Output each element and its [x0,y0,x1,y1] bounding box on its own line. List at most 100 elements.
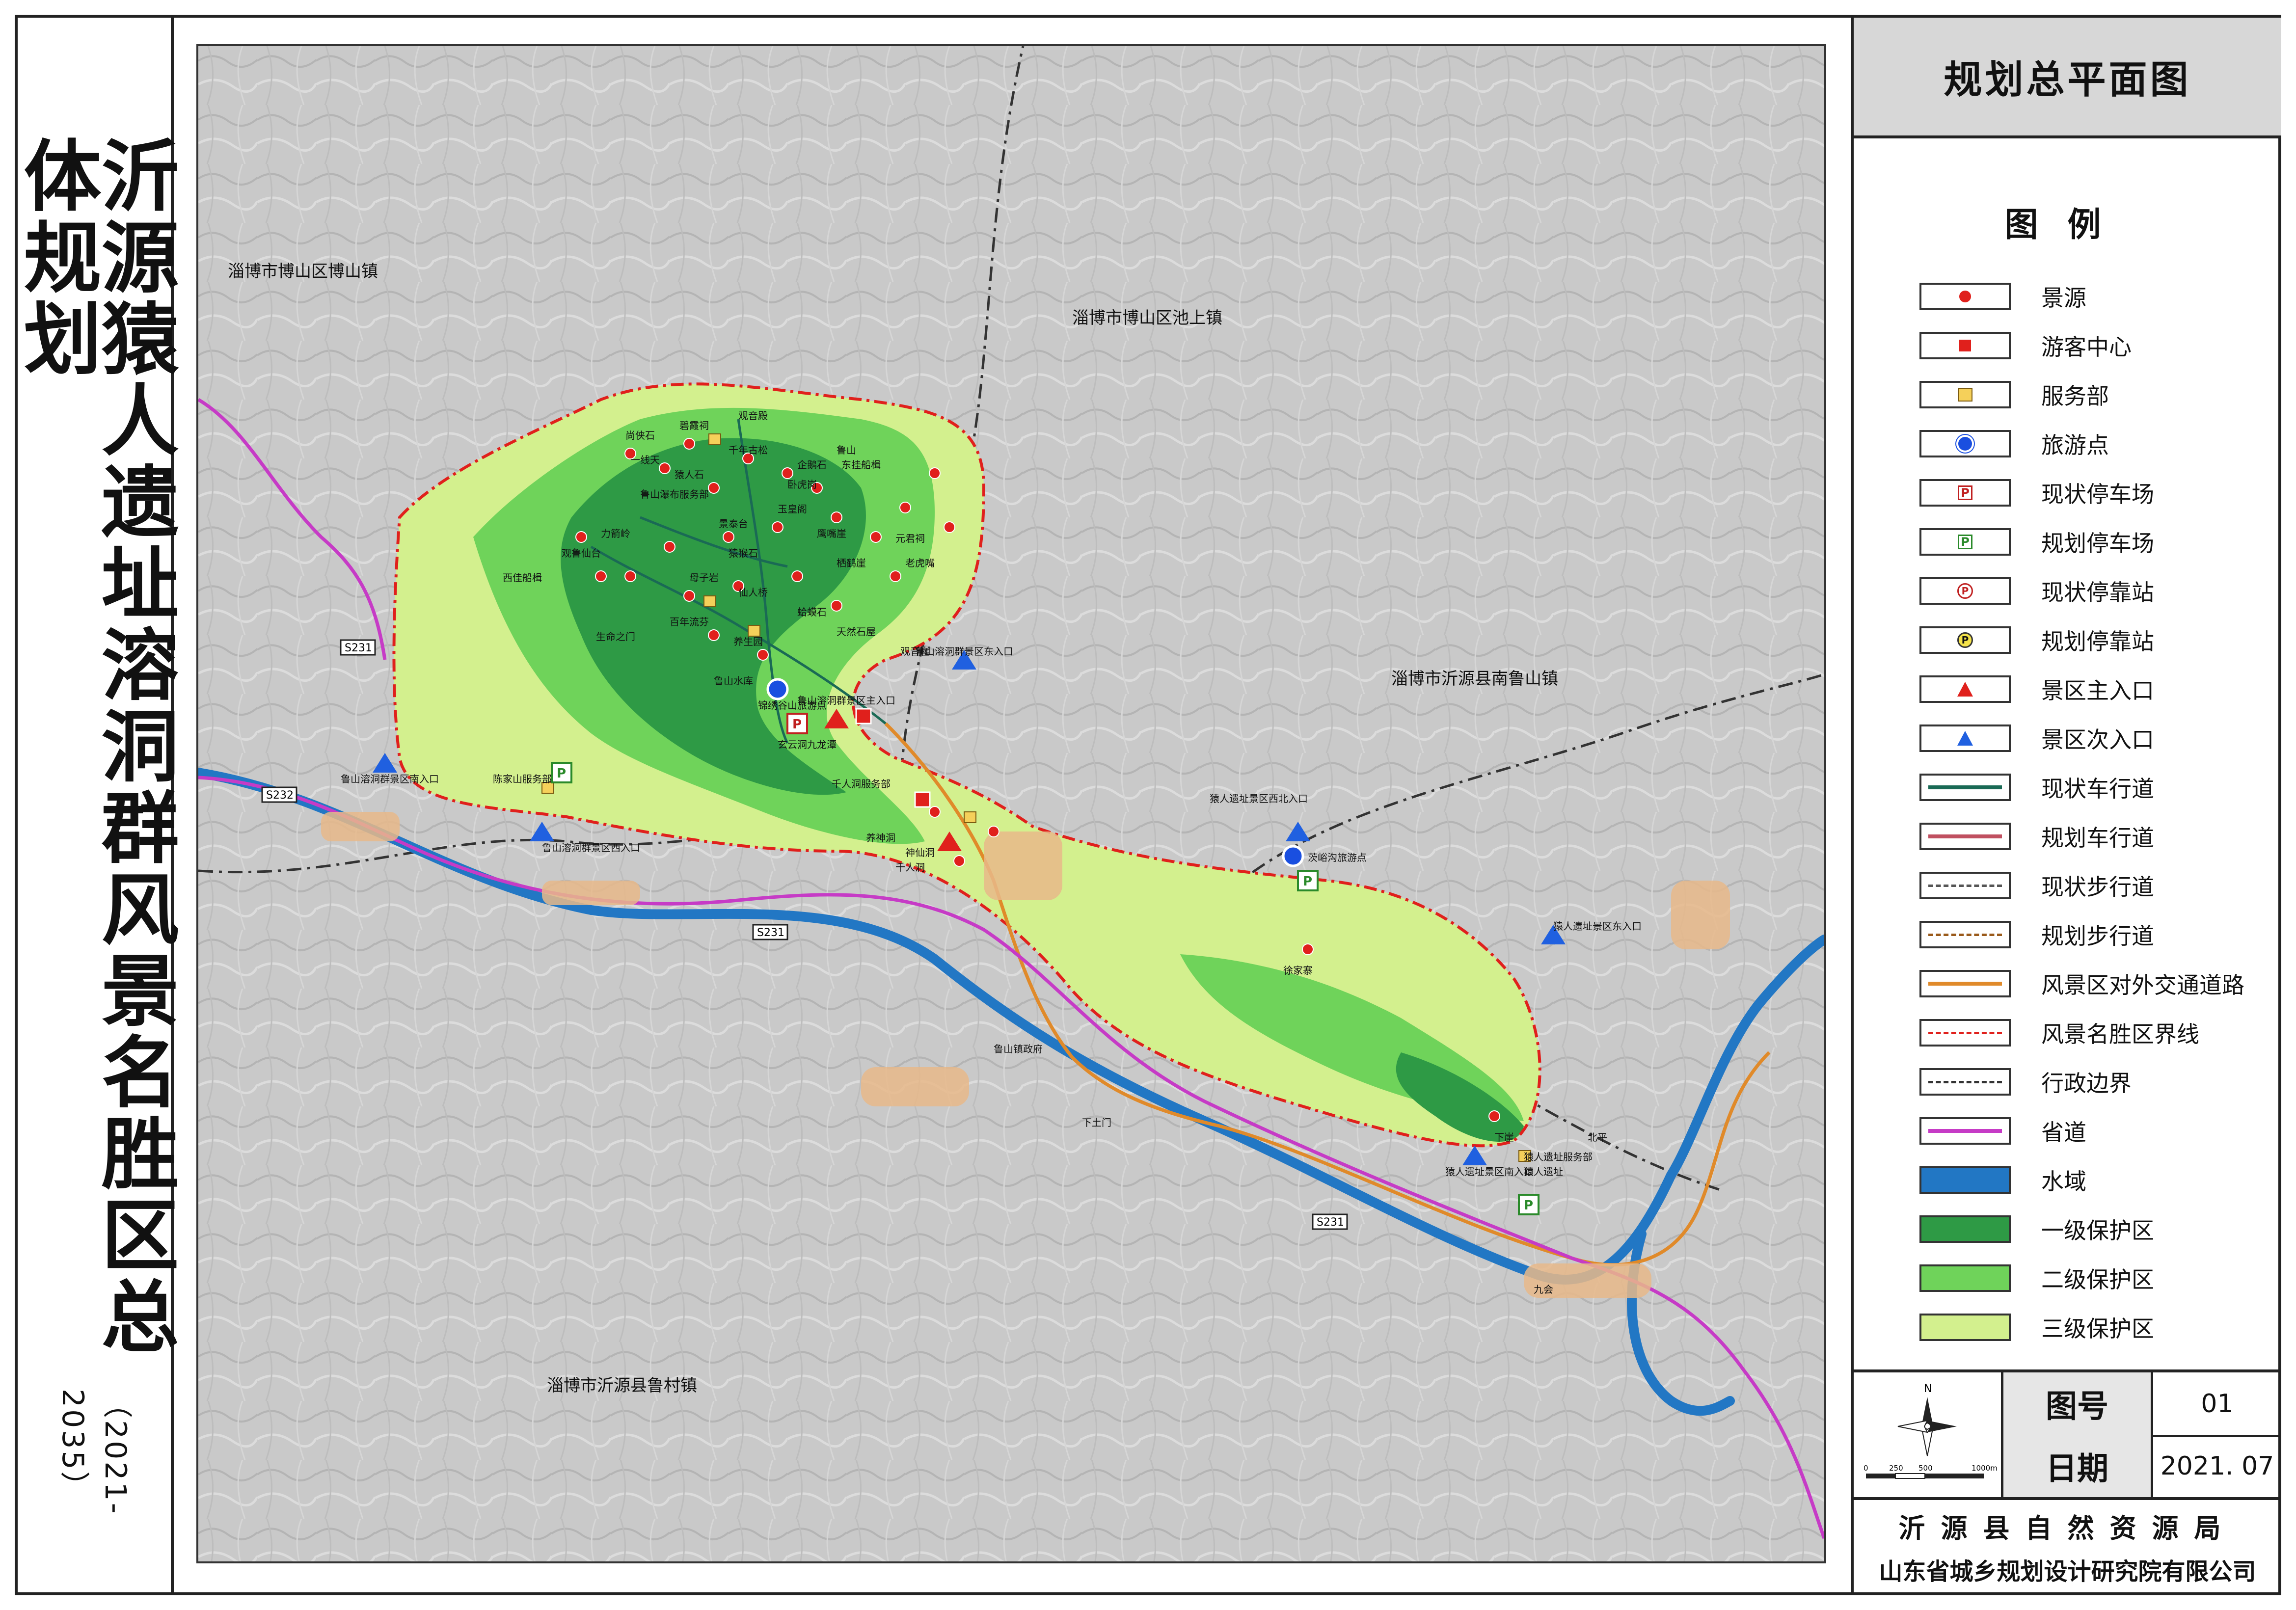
legend-item-scenic-boundary: 风景名胜区界线 [1919,1017,2199,1048]
svg-text:P: P [1303,874,1312,889]
entrance-label-east: 鲁山溶洞群景区东入口 [915,645,1013,657]
legend-item-secondary-entrance: 景区次入口 [1919,723,2154,754]
road-shield-s231-c: S231 [1317,1216,1344,1229]
place-label-yuanren-site: 猿人遗址 [1524,1166,1563,1178]
figure-number-row: 图号 01 [2003,1372,2281,1437]
svg-text:P: P [557,766,566,781]
plan-years: （2021-2035） [55,1389,133,1516]
legend-item-main-entrance: 景区主入口 [1919,673,2154,705]
date-label: 日期 [2003,1435,2153,1497]
protection-1-icon [1919,1215,2011,1243]
place-label-shenxian: 神仙洞 [905,847,935,859]
legend-item-admin-boundary: 行政边界 [1919,1066,2132,1098]
svg-text:P: P [1524,1198,1533,1213]
water-icon [1919,1166,2011,1194]
provincial-road-icon [1919,1117,2011,1145]
svg-text:P: P [792,717,802,732]
protection-3-icon [1919,1314,2011,1341]
place-label-laohu: 老虎嘴 [905,557,935,569]
place-label-hama: 蛤蟆石 [797,606,827,618]
compass-scale: N 0 250 500 1000m [1854,1372,2003,1497]
road-shield-s231-a: S231 [345,642,372,654]
legend-item-access-road: 风景区对外交通道路 [1919,968,2244,999]
right-panel: 规划总平面图 图例 景源 游客中心 服务部 旅游点 P 现状停车场 P 规划停车… [1851,18,2281,1592]
protection-2-icon [1919,1264,2011,1292]
place-label-shiwu: 天然石屋 [837,626,876,638]
place-label-yuhuang: 玉皇阁 [778,503,807,515]
place-label-yangsheng: 养生园 [733,636,763,647]
scale-bar: 0 250 500 1000m [1864,1464,1998,1479]
legend-item-provincial-road: 省道 [1919,1115,2086,1147]
meta-box: N 0 250 500 1000m 图号 01 日期 2021. 07 [1854,1369,2281,1500]
place-label-qianren: 千人洞 [895,861,925,873]
region-label-boshan: 淄博市博山区博山镇 [228,262,378,281]
entrance-label-south: 鲁山溶洞群景区南入口 [341,773,439,785]
legend-item-visitor-center: 游客中心 [1919,330,2132,361]
terrain-basemap [198,46,1824,1561]
place-label-dongua: 东挂船楫 [841,459,881,471]
north-label: N [1924,1383,1932,1395]
date-row: 日期 2021. 07 [2003,1435,2281,1497]
map-panel[interactable]: P P P P S231 S232 S231 S231 淄博市博山区博山镇 淄博… [196,44,1826,1563]
scale-label-1000: 1000m [1972,1464,1998,1473]
place-label-bixia: 碧霞祠 [679,420,709,431]
road-shield-s231-b: S231 [757,927,784,939]
org-natural-resources: 沂源县自然资源局 [1898,1512,2237,1544]
place-label-shengming: 生命之门 [596,631,635,643]
access-road-icon [1919,970,2011,997]
legend-item-existing-stop: P 现状停靠站 [1919,575,2154,607]
red-dot-icon [1919,283,2011,310]
place-label-xujiazhai: 徐家寨 [1283,965,1313,976]
figure-number-label: 图号 [2003,1372,2153,1435]
place-label-guanyin: 观音殿 [738,410,768,422]
scale-label-0: 0 [1864,1464,1868,1473]
place-label-reservoir: 鲁山水库 [714,675,753,687]
panel-title: 规划总平面图 [1854,18,2281,138]
organization-box: 沂源县自然资源局 山东省城乡规划设计研究院有限公司 [1854,1500,2281,1592]
place-label-bainian: 百年流芬 [670,616,709,628]
yellow-square-icon [1919,381,2011,408]
legend: 图例 景源 游客中心 服务部 旅游点 P 现状停车场 P 规划停车场 P 现状停… [1854,138,2281,1369]
place-label-xianren: 仙人桥 [738,587,768,598]
place-label-guanlu: 观鲁仙台 [562,547,601,559]
scale-label-500: 500 [1918,1464,1933,1473]
legend-item-planned-footpath: 规划步行道 [1919,919,2154,950]
legend-item-planned-parking: P 规划停车场 [1919,526,2154,558]
legend-item-existing-road: 现状车行道 [1919,772,2154,803]
org-planning-institute: 山东省城乡规划设计研究院有限公司 [1879,1557,2256,1585]
place-label-yuanren-service: 猿人遗址服务部 [1524,1151,1593,1163]
place-label-lushan-gov: 鲁山镇政府 [994,1043,1043,1055]
red-square-icon [1919,332,2011,359]
legend-item-tour-point: 旅游点 [1919,428,2109,459]
region-label-chishang: 淄博市博山区池上镇 [1072,308,1222,328]
place-label-yuanhou: 猿猴石 [729,547,758,559]
north-arrow-icon [1897,1397,1957,1456]
place-label-yixiantian: 一线天 [630,454,660,466]
place-label-qiannian: 千年古松 [729,444,768,456]
place-label-beiping: 北平 [1588,1131,1607,1143]
legend-title: 图例 [2004,206,2131,244]
blue-triangle-icon [1919,724,2011,752]
place-label-yuanren-stone: 猿人石 [675,469,704,481]
place-label-yuanjun: 元君祠 [895,533,925,544]
admin-boundary-icon [1919,1068,2011,1096]
place-label-muzi: 母子岩 [689,572,719,584]
stop-yellow-icon: P [1919,626,2011,654]
legend-item-protection-3: 三级保护区 [1919,1312,2154,1343]
road-shield-s232: S232 [266,789,294,802]
plan-title: 沂源猿人遗址溶洞群风景名胜区总体规划 [10,135,178,1358]
legend-item-existing-parking: P 现状停车场 [1919,477,2154,509]
place-label-lijian: 力箭岭 [601,528,630,539]
place-label-wohu: 卧虎岗 [787,479,817,490]
footpath-existing-icon [1919,872,2011,899]
place-label-chenjiashan: 陈家山服务部 [493,773,552,785]
place-label-ciyugou: 茨峪沟旅游点 [1308,852,1367,863]
entrance-label-west: 鲁山溶洞群景区西入口 [542,842,640,854]
footpath-planned-icon [1919,921,2011,948]
place-label-yangshen: 养神洞 [866,832,895,844]
legend-item-planned-stop: P 规划停靠站 [1919,624,2154,656]
date-value: 2021. 07 [2160,1451,2274,1481]
place-label-qie: 企鹅石 [797,459,827,471]
parking-red-icon: P [1919,479,2011,507]
place-label-lushan-pubu: 鲁山瀑布服务部 [640,488,709,500]
